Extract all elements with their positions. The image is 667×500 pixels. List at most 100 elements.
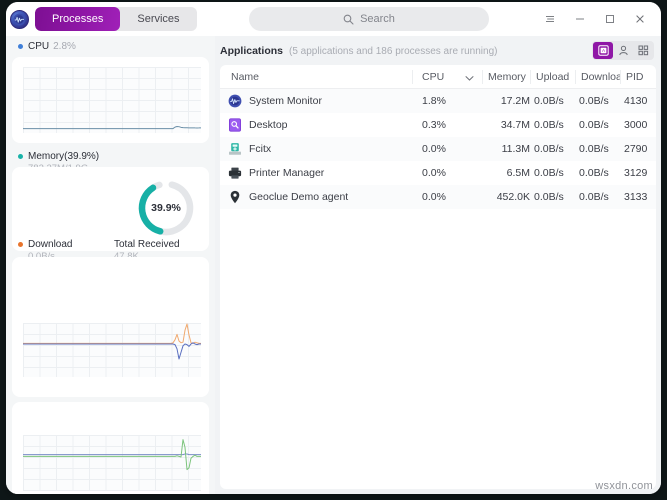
title-bar: Processes Services Search — [6, 2, 661, 36]
process-table: Name CPU Memory Upload Downloa PID Syste… — [220, 65, 656, 489]
cpu-legend: CPU 2.8% — [18, 41, 76, 52]
column-header-pid[interactable]: PID — [620, 65, 654, 89]
row-download-cell: 0.0B/s — [579, 191, 609, 203]
row-name-cell: Printer Manager — [220, 166, 412, 180]
column-header-pid-label: PID — [626, 70, 644, 83]
column-header-upload-label: Upload — [536, 70, 570, 83]
row-cpu-cell: 1.8% — [422, 95, 446, 107]
row-app-name: Geoclue Demo agent — [249, 191, 349, 203]
table-row[interactable]: Geoclue Demo agent 0.0% 452.0K 0.0B/s 0.0B/s… — [220, 185, 656, 209]
row-pid-cell: 3129 — [624, 167, 648, 179]
download-legend: Download — [18, 239, 72, 250]
memory-label: Memory(39.9%) — [28, 151, 100, 162]
row-download-cell: 0.0B/s — [579, 143, 609, 155]
chevron-down-icon — [465, 73, 474, 85]
fcitx-icon — [228, 142, 242, 156]
view-my-processes[interactable] — [613, 42, 633, 59]
download-label: Download — [28, 239, 73, 250]
table-row[interactable]: Printer Manager 0.0% 6.5M 0.0B/s 0.0B/s 3129 — [220, 161, 656, 185]
view-applications[interactable]: A — [593, 42, 613, 59]
memory-ring-chart: 39.9% — [135, 177, 197, 239]
column-header-memory[interactable]: Memory — [482, 65, 530, 89]
screen: Processes Services Search CPU 2.8% Memor… — [0, 0, 667, 500]
cpu-value: 2.8% — [53, 41, 76, 52]
close-button[interactable] — [625, 4, 655, 34]
page-title: Applications — [220, 45, 284, 57]
column-header-upload[interactable]: Upload — [530, 65, 575, 89]
total-received-label: Total Received — [114, 239, 180, 250]
tab-processes[interactable]: Processes — [35, 7, 121, 31]
tab-bar: Processes Services — [35, 7, 197, 31]
row-cpu-cell: 0.3% — [422, 119, 446, 131]
table-row[interactable]: System Monitor 1.8% 17.2M 0.0B/s 0.0B/s 4130 — [220, 89, 656, 113]
search-icon — [343, 14, 354, 25]
row-pid-cell: 2790 — [624, 143, 648, 155]
memory-ring-percent: 39.9% — [151, 202, 181, 214]
memory-dot-icon — [18, 154, 23, 159]
row-upload-cell: 0.0B/s — [534, 119, 564, 131]
row-app-name: Desktop — [249, 119, 288, 131]
row-cpu-cell: 0.0% — [422, 191, 446, 203]
row-name-cell: Geoclue Demo agent — [220, 190, 412, 204]
search-placeholder: Search — [360, 13, 395, 25]
view-toggle-group: A — [592, 41, 654, 60]
row-app-name: System Monitor — [249, 95, 322, 107]
cpu-label: CPU — [28, 41, 50, 52]
row-pid-cell: 4130 — [624, 95, 648, 107]
memory-legend: Memory(39.9%) — [18, 151, 99, 162]
disk-graph — [23, 435, 201, 491]
network-card — [12, 257, 209, 397]
row-cpu-cell: 0.0% — [422, 143, 446, 155]
disk-graph-lines — [23, 439, 201, 471]
row-name-cell: Fcitx — [220, 142, 412, 156]
row-memory-cell: 452.0K — [496, 191, 530, 203]
location-pin-icon — [228, 190, 242, 204]
table-row[interactable]: Desktop 0.3% 34.7M 0.0B/s 0.0B/s 3000 — [220, 113, 656, 137]
table-row[interactable]: Fcitx 0.0% 11.3M 0.0B/s 0.0B/s 2790 — [220, 137, 656, 161]
view-all-processes[interactable] — [633, 42, 653, 59]
system-monitor-icon — [228, 94, 242, 108]
row-memory-cell: 6.5M — [506, 167, 530, 179]
cpu-card — [12, 57, 209, 143]
printer-icon — [228, 166, 242, 180]
row-pid-cell: 3000 — [624, 119, 648, 131]
maximize-button[interactable] — [595, 4, 625, 34]
tab-processes-label: Processes — [52, 13, 104, 25]
download-dot-icon — [18, 242, 23, 247]
row-upload-cell: 0.0B/s — [534, 167, 564, 179]
panel-subtitle: (5 applications and 186 processes are ru… — [289, 45, 498, 57]
column-header-download[interactable]: Download — [575, 65, 620, 89]
desktop-icon — [228, 118, 242, 132]
window-controls — [535, 2, 655, 36]
menu-button[interactable] — [535, 4, 565, 34]
row-app-name: Fcitx — [249, 143, 272, 155]
row-memory-cell: 11.3M — [501, 143, 530, 155]
column-header-cpu[interactable]: CPU — [412, 65, 482, 89]
network-graph — [23, 323, 201, 377]
network-graph-lines — [23, 323, 201, 360]
row-name-cell: System Monitor — [220, 94, 412, 108]
row-name-cell: Desktop — [220, 118, 412, 132]
search-input[interactable]: Search — [249, 7, 489, 31]
column-header-download-label: Download — [581, 70, 620, 83]
sidebar: CPU 2.8% Memory(39.9%) 782.27M/1.9G Swap… — [6, 36, 215, 494]
row-upload-cell: 0.0B/s — [534, 143, 564, 155]
row-download-cell: 0.0B/s — [579, 167, 609, 179]
minimize-button[interactable] — [565, 4, 595, 34]
disk-card — [12, 402, 209, 494]
row-app-name: Printer Manager — [249, 167, 325, 179]
row-pid-cell: 3133 — [624, 191, 648, 203]
process-panel: Applications (5 applications and 186 pro… — [215, 36, 661, 494]
row-memory-cell: 34.7M — [500, 119, 530, 131]
column-header-memory-label: Memory — [488, 70, 526, 83]
column-header-name[interactable]: Name — [220, 65, 412, 89]
cpu-graph — [23, 67, 201, 133]
cpu-graph-line — [23, 125, 201, 130]
row-upload-cell: 0.0B/s — [534, 95, 564, 107]
system-monitor-logo-icon — [10, 9, 29, 29]
tab-services[interactable]: Services — [120, 7, 196, 31]
row-cpu-cell: 0.0% — [422, 167, 446, 179]
row-memory-cell: 17.2M — [500, 95, 530, 107]
panel-header: Applications (5 applications and 186 pro… — [215, 36, 661, 66]
system-monitor-window: Processes Services Search CPU 2.8% Memor… — [6, 2, 661, 494]
